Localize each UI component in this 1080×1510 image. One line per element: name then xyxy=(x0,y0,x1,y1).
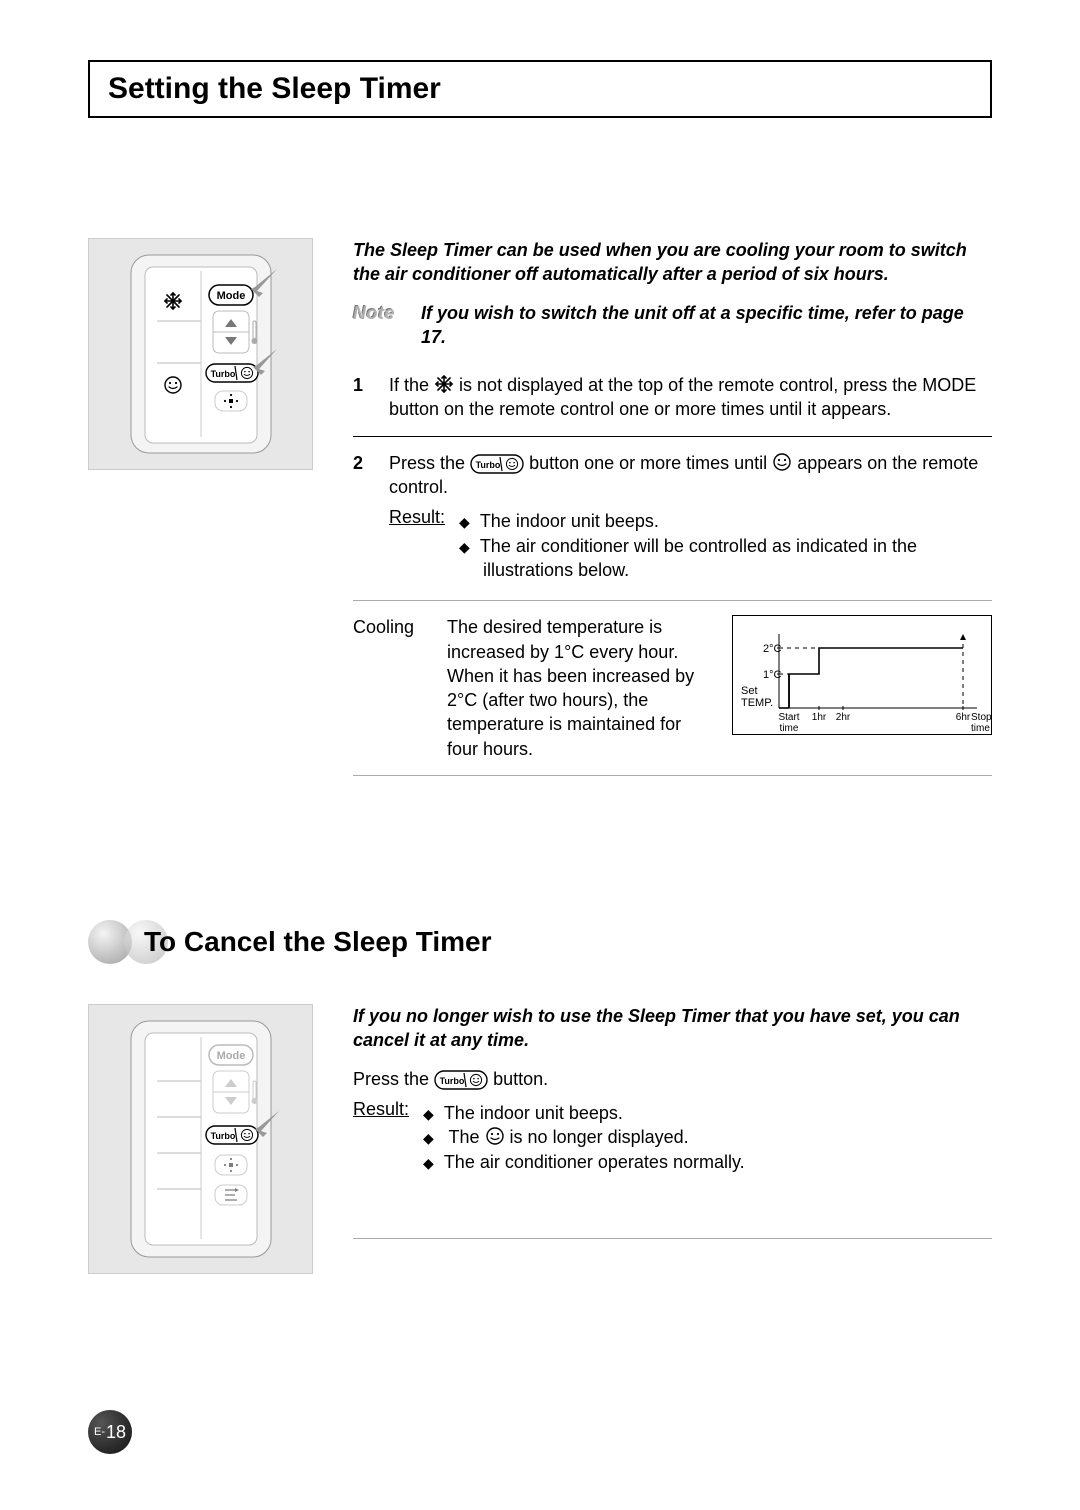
content-set-sleep-timer: The Sleep Timer can be used when you are… xyxy=(353,238,992,790)
chart-start-label-2: time xyxy=(780,723,799,734)
sleep-temperature-chart: Set TEMP. 2°C 1°C xyxy=(732,615,992,735)
sleep-icon xyxy=(772,452,792,472)
section-set-sleep-timer: Mode xyxy=(88,238,992,790)
result-label: Result: xyxy=(353,1097,409,1178)
note-label: Note xyxy=(353,301,395,350)
divider xyxy=(353,1238,992,1239)
result-label: Result: xyxy=(389,505,445,586)
cancel-press-b: button. xyxy=(493,1069,548,1089)
step-2-text-b: button one or more times until xyxy=(529,453,772,473)
page-number-badge: E-18 xyxy=(88,1410,132,1454)
cancel-press-a: Press the xyxy=(353,1069,434,1089)
chart-ylabel-temp: TEMP. xyxy=(741,697,773,709)
mode-button: Mode xyxy=(209,285,253,305)
page-number: 18 xyxy=(106,1422,126,1443)
note-row: Note If you wish to switch the unit off … xyxy=(353,301,992,350)
mode-button-label: Mode xyxy=(216,290,245,302)
chart-ytick-1c: 1°C xyxy=(763,669,782,681)
snowflake-icon xyxy=(434,374,454,394)
cancel-result-1: The indoor unit beeps. xyxy=(447,1101,745,1125)
chart-ytick-2c: 2°C xyxy=(763,643,782,655)
cancel-press-line: Press the button. xyxy=(353,1067,992,1091)
step-2-result-bullets: The indoor unit beeps. The air condition… xyxy=(459,509,992,582)
cancel-result-bullets: The indoor unit beeps. The is no longer … xyxy=(423,1101,745,1174)
remote-illustration-1: Mode xyxy=(88,238,313,470)
subheading-cancel: To Cancel the Sleep Timer xyxy=(88,920,992,964)
step-1-text-b: is not displayed at the top of the remot… xyxy=(389,375,976,419)
step-1-text-a: If the xyxy=(389,375,434,395)
cooling-row: Cooling The desired temperature is incre… xyxy=(353,615,992,761)
chart-xtick-6hr: 6hr xyxy=(956,712,971,723)
svg-text:Mode: Mode xyxy=(216,1050,245,1062)
divider xyxy=(353,436,992,437)
cancel-result-3: The air conditioner operates normally. xyxy=(447,1150,745,1174)
step-2-number: 2 xyxy=(353,451,371,586)
step-1: 1 If the is not displayed at the top of … xyxy=(353,373,992,422)
step-2-result-2: The air conditioner will be controlled a… xyxy=(483,534,992,583)
turbo-sleep-button xyxy=(206,364,258,382)
content-cancel-sleep-timer: If you no longer wish to use the Sleep T… xyxy=(353,1004,992,1253)
intro-text: The Sleep Timer can be used when you are… xyxy=(353,238,992,287)
cancel-result-2: The is no longer displayed. xyxy=(447,1125,745,1149)
step-2-body: Press the button one or more times until… xyxy=(389,451,992,586)
chart-xtick-2hr: 2hr xyxy=(836,712,851,723)
cancel-result: Result: The indoor unit beeps. The is no… xyxy=(353,1097,992,1178)
cooling-text: The desired temperature is increased by … xyxy=(447,615,708,761)
note-text: If you wish to switch the unit off at a … xyxy=(421,301,992,350)
step-2-result-1: The indoor unit beeps. xyxy=(483,509,992,533)
divider xyxy=(353,775,992,776)
chart-stop-label-2: time xyxy=(971,723,990,734)
sleep-icon xyxy=(485,1126,505,1146)
page-title-bar: Setting the Sleep Timer xyxy=(88,60,992,118)
step-2: 2 Press the button one or more times unt… xyxy=(353,451,992,586)
chart-stop-label: Stop xyxy=(971,712,992,723)
step-2-text-a: Press the xyxy=(389,453,470,473)
remote-illustration-2: Mode xyxy=(88,1004,313,1274)
turbo-sleep-button xyxy=(206,1126,258,1144)
cancel-intro: If you no longer wish to use the Sleep T… xyxy=(353,1004,992,1053)
turbo-sleep-button-icon xyxy=(470,454,524,474)
cooling-label: Cooling xyxy=(353,615,423,639)
turbo-sleep-button-icon xyxy=(434,1070,488,1090)
chart-xtick-1hr: 1hr xyxy=(812,712,827,723)
step-1-body: If the is not displayed at the top of th… xyxy=(389,373,992,422)
chart-start-label: Start xyxy=(778,712,799,723)
page-title: Setting the Sleep Timer xyxy=(108,72,972,106)
divider xyxy=(353,600,992,601)
chart-ylabel-set: Set xyxy=(741,685,758,697)
step-2-result: Result: The indoor unit beeps. The air c… xyxy=(389,505,992,586)
step-1-number: 1 xyxy=(353,373,371,422)
section-cancel-sleep-timer: Mode xyxy=(88,1004,992,1274)
subheading-title: To Cancel the Sleep Timer xyxy=(144,926,492,958)
page-number-prefix: E- xyxy=(94,1426,105,1438)
